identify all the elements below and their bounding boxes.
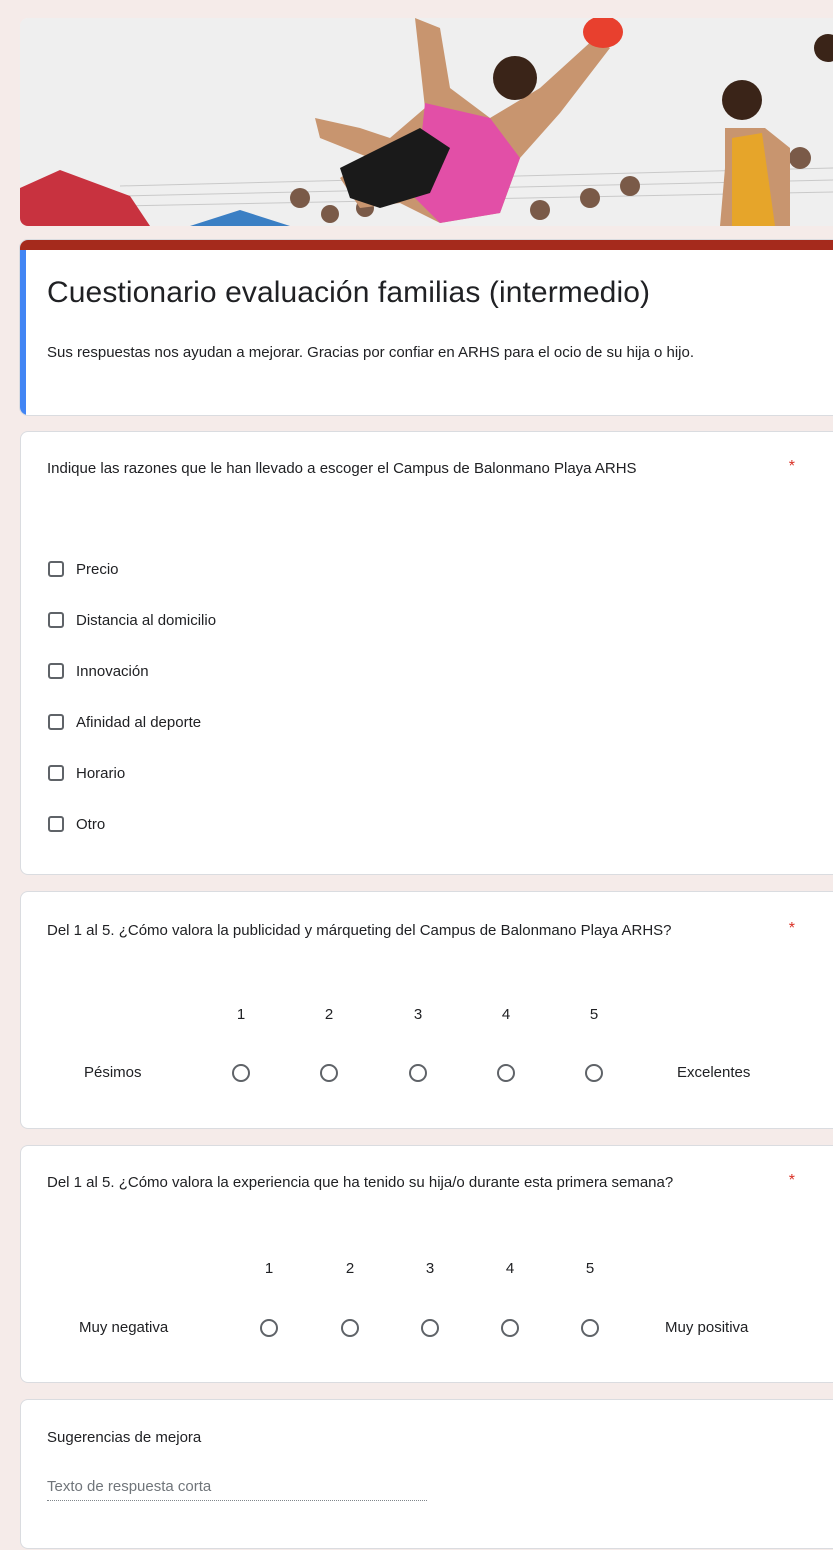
- scale-number: 5: [589, 1006, 599, 1023]
- checkbox-option-innovacion[interactable]: Innovación: [48, 660, 149, 682]
- checkbox-icon[interactable]: [48, 561, 64, 577]
- banner-photo: [20, 18, 833, 226]
- radio-option-2[interactable]: [320, 1064, 338, 1082]
- form-description: Sus respuestas nos ayudan a mejorar. Gra…: [47, 344, 695, 361]
- scale-number: 5: [585, 1260, 595, 1277]
- question-card-sugerencias: Sugerencias de mejora: [20, 1399, 833, 1549]
- checkbox-icon[interactable]: [48, 612, 64, 628]
- checkbox-option-afinidad[interactable]: Afinidad al deporte: [48, 711, 201, 733]
- question-title: Del 1 al 5. ¿Cómo valora la publicidad y…: [47, 922, 672, 939]
- radio-option-4[interactable]: [497, 1064, 515, 1082]
- question-card-reasons: Indique las razones que le han llevado a…: [20, 431, 833, 875]
- required-asterisk: *: [788, 1172, 795, 1189]
- scale-low-label: Pésimos: [84, 1064, 142, 1081]
- question-title: Sugerencias de mejora: [47, 1429, 202, 1446]
- checkbox-icon[interactable]: [48, 765, 64, 781]
- radio-option-4[interactable]: [501, 1319, 519, 1337]
- option-label: Distancia al domicilio: [76, 611, 217, 629]
- radio-option-5[interactable]: [585, 1064, 603, 1082]
- option-label: Precio: [76, 560, 119, 578]
- radio-option-1[interactable]: [260, 1319, 278, 1337]
- checkbox-option-otro[interactable]: Otro: [48, 813, 105, 835]
- short-answer-input[interactable]: [47, 1472, 427, 1501]
- required-asterisk: *: [788, 920, 795, 937]
- header-banner-image: [20, 18, 833, 226]
- radio-option-1[interactable]: [232, 1064, 250, 1082]
- scale-number: 1: [264, 1260, 274, 1277]
- scale-high-label: Excelentes: [677, 1064, 751, 1081]
- form-title-card: Cuestionario evaluación familias (interm…: [20, 240, 833, 415]
- radio-option-5[interactable]: [581, 1319, 599, 1337]
- option-label: Horario: [76, 764, 126, 782]
- scale-number: 2: [345, 1260, 355, 1277]
- theme-color-bar: [20, 240, 833, 250]
- checkbox-icon[interactable]: [48, 714, 64, 730]
- checkbox-option-horario[interactable]: Horario: [48, 762, 125, 784]
- required-asterisk: *: [788, 458, 795, 475]
- form-title: Cuestionario evaluación familias (interm…: [47, 276, 651, 309]
- question-title: Indique las razones que le han llevado a…: [47, 460, 637, 477]
- scale-number: 2: [324, 1006, 334, 1023]
- option-label: Otro: [76, 815, 106, 833]
- scale-number: 1: [236, 1006, 246, 1023]
- checkbox-icon[interactable]: [48, 663, 64, 679]
- option-label: Afinidad al deporte: [76, 713, 202, 731]
- radio-option-3[interactable]: [421, 1319, 439, 1337]
- question-card-experiencia: Del 1 al 5. ¿Cómo valora la experiencia …: [20, 1145, 833, 1383]
- checkbox-icon[interactable]: [48, 816, 64, 832]
- checkbox-option-distancia[interactable]: Distancia al domicilio: [48, 609, 216, 631]
- scale-number: 3: [425, 1260, 435, 1277]
- question-title: Del 1 al 5. ¿Cómo valora la experiencia …: [47, 1174, 674, 1191]
- scale-number: 4: [505, 1260, 515, 1277]
- scale-low-label: Muy negativa: [79, 1319, 169, 1336]
- radio-option-2[interactable]: [341, 1319, 359, 1337]
- scale-number: 4: [501, 1006, 511, 1023]
- question-card-publicidad: Del 1 al 5. ¿Cómo valora la publicidad y…: [20, 891, 833, 1129]
- option-label: Innovación: [76, 662, 149, 680]
- focus-indicator-bar: [20, 250, 26, 415]
- scale-high-label: Muy positiva: [665, 1319, 749, 1336]
- scale-number: 3: [413, 1006, 423, 1023]
- checkbox-option-precio[interactable]: Precio: [48, 558, 119, 580]
- radio-option-3[interactable]: [409, 1064, 427, 1082]
